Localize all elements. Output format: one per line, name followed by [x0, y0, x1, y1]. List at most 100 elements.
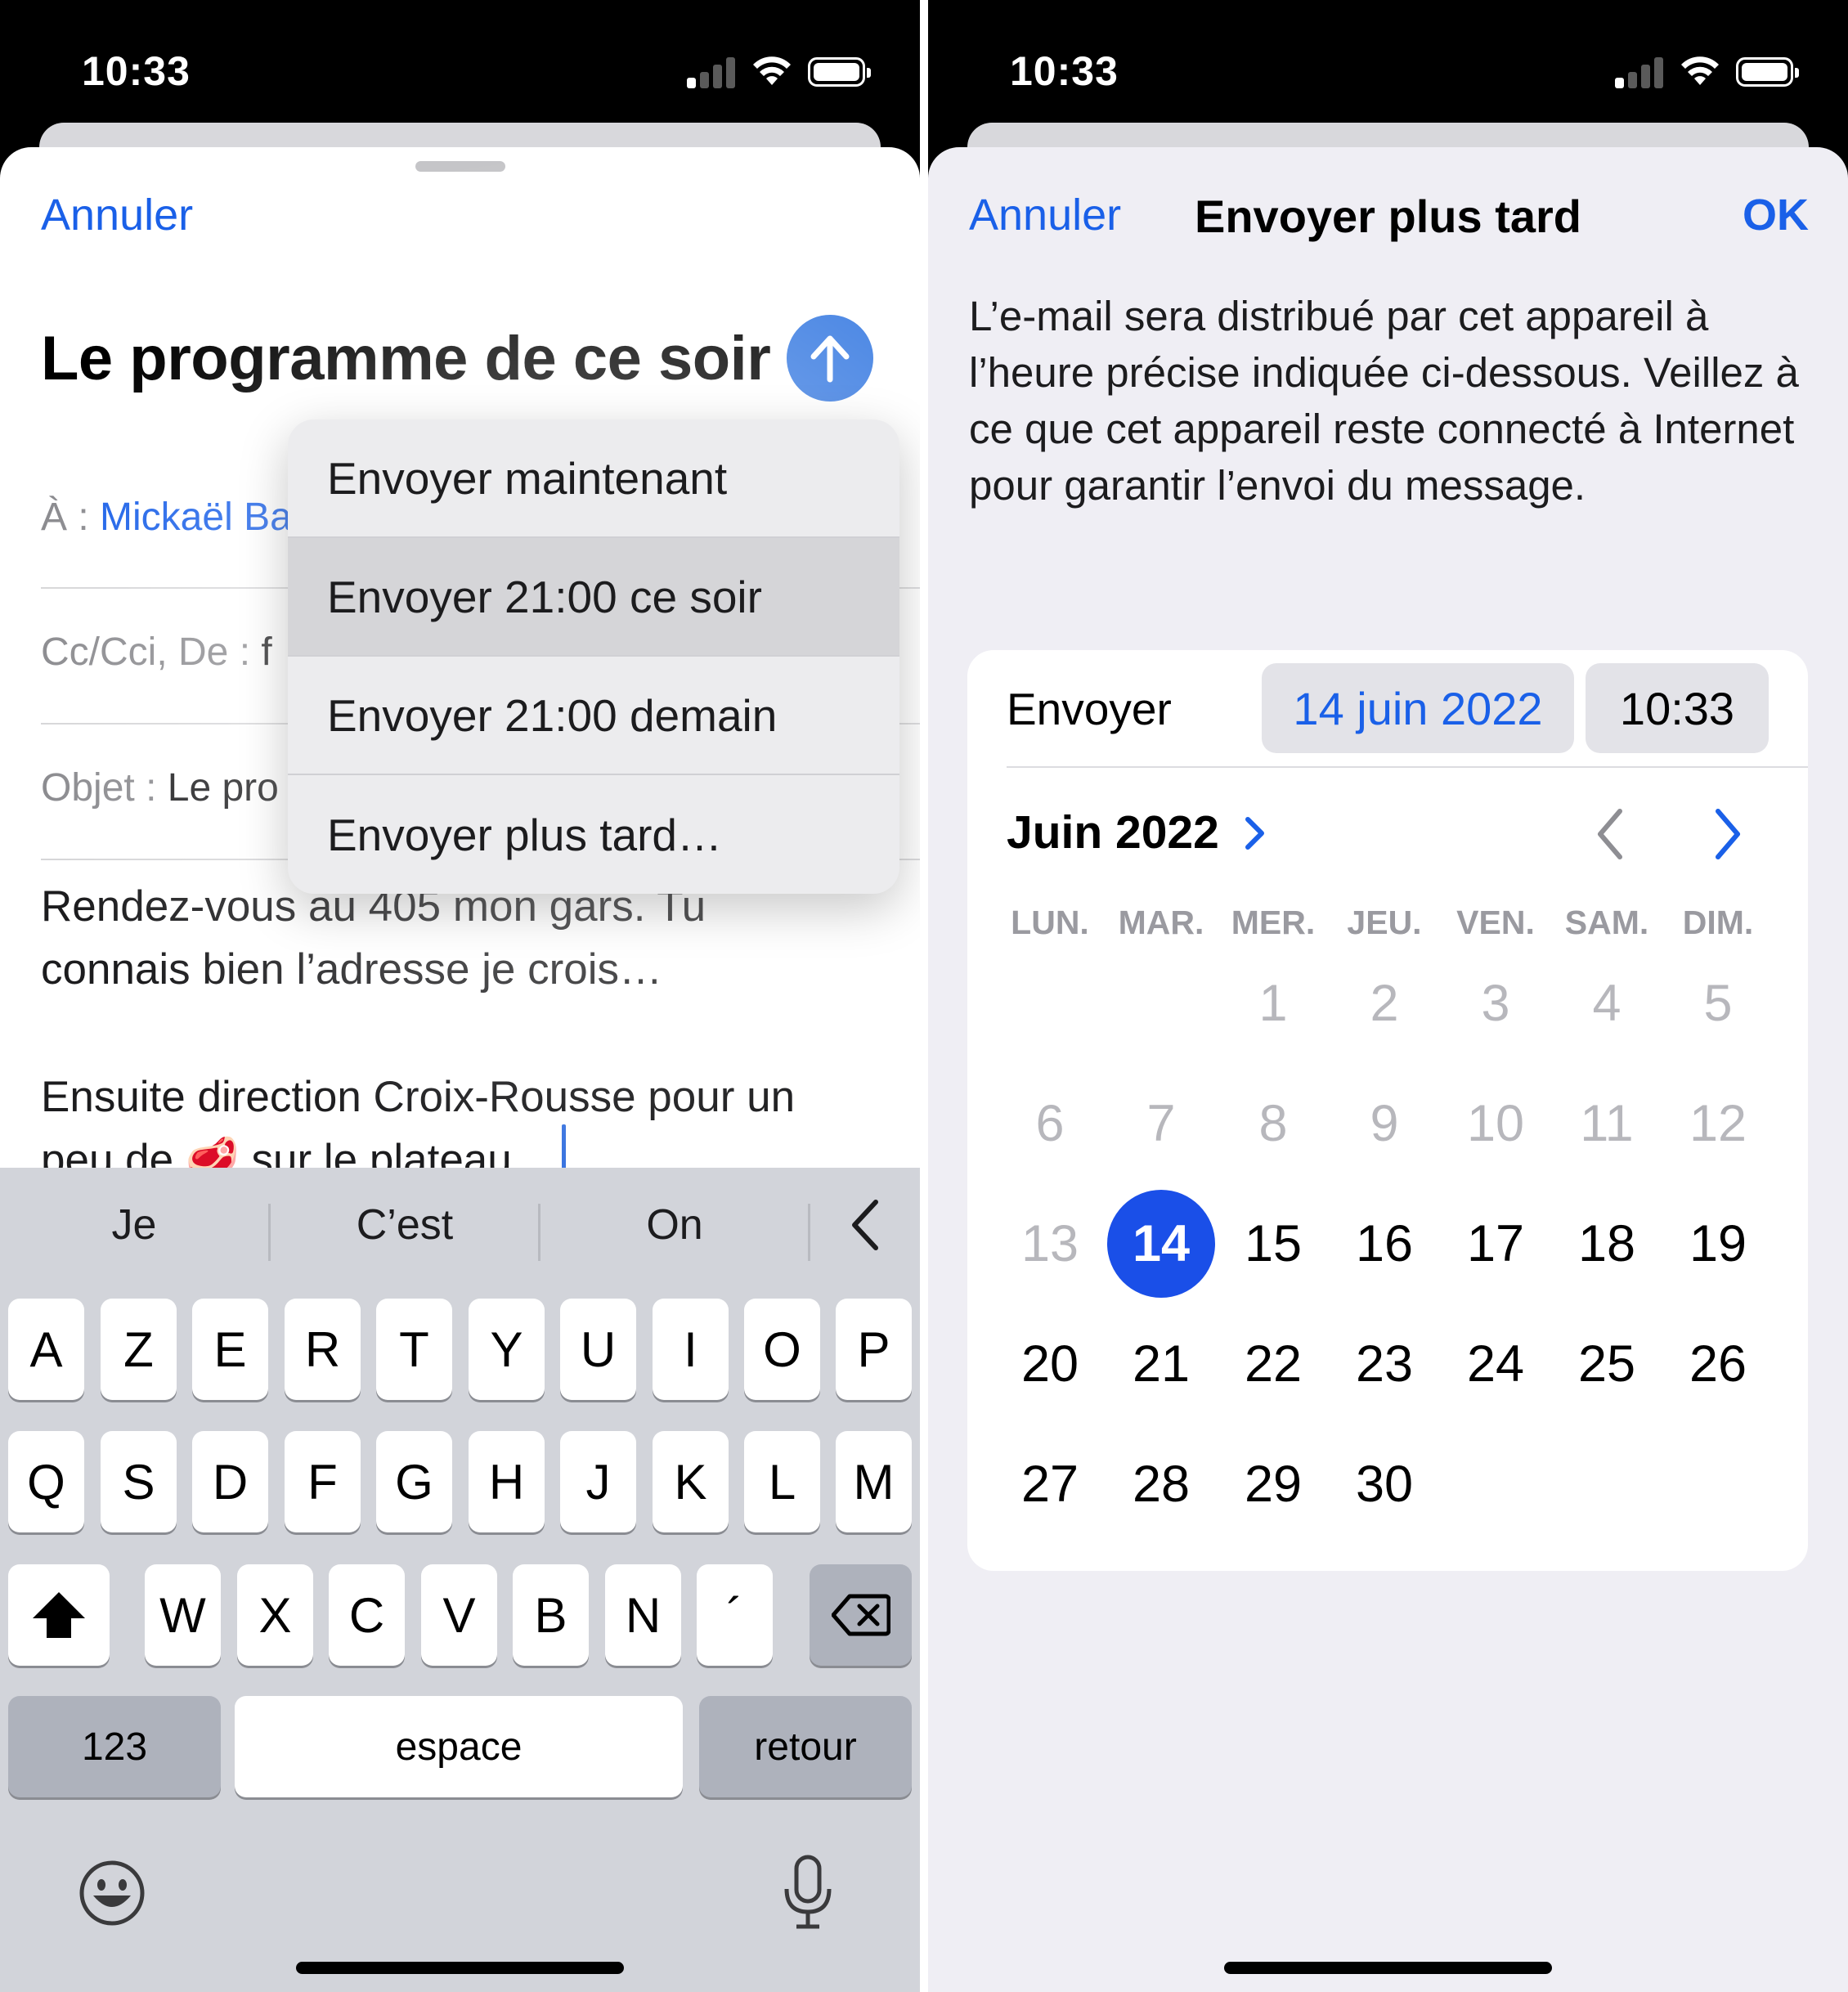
calendar-day[interactable]: 28	[1109, 1432, 1213, 1537]
calendar-day[interactable]: 27	[998, 1432, 1102, 1537]
shift-key[interactable]	[8, 1564, 110, 1666]
calendar-day: 10	[1466, 1095, 1525, 1152]
suggestion[interactable]: Je	[0, 1168, 268, 1282]
key-v[interactable]: V	[421, 1564, 497, 1666]
key-b[interactable]: B	[513, 1564, 589, 1666]
arrow-up-icon	[810, 335, 850, 383]
suggestion-collapse-button[interactable]	[811, 1168, 920, 1282]
ok-button[interactable]: OK	[1743, 190, 1809, 240]
key-p[interactable]: P	[836, 1299, 912, 1400]
key-s[interactable]: S	[101, 1431, 177, 1532]
suggestion-divider	[808, 1204, 810, 1261]
space-key[interactable]: espace	[235, 1696, 683, 1797]
numbers-key[interactable]: 123	[8, 1696, 221, 1797]
time-button[interactable]: 10:33	[1586, 663, 1769, 753]
calendar-day: 7	[1146, 1095, 1176, 1152]
to-field[interactable]: À : Mickaël Ba	[41, 495, 292, 540]
suggestion[interactable]: C’est	[270, 1168, 540, 1282]
key-e[interactable]: E	[192, 1299, 268, 1400]
cancel-button[interactable]: Annuler	[969, 190, 1121, 240]
suggestion[interactable]: On	[540, 1168, 810, 1282]
key-a[interactable]: A	[8, 1299, 84, 1400]
sheet-grabber[interactable]	[415, 161, 505, 172]
cellular-signal-icon	[687, 54, 736, 88]
weekday-header: DIM.	[1682, 904, 1754, 941]
key-z[interactable]: Z	[101, 1299, 177, 1400]
calendar-day[interactable]: 16	[1332, 1191, 1437, 1296]
calendar-day[interactable]: 19	[1666, 1191, 1770, 1296]
cellular-signal-icon	[1615, 54, 1664, 88]
subject-field[interactable]: Objet : Le pro	[41, 765, 279, 810]
calendar-day[interactable]: 20	[998, 1312, 1102, 1416]
body-line[interactable]: connais bien l’adresse je crois…	[41, 938, 662, 1001]
menu-item-send-later[interactable]: Envoyer plus tard…	[288, 775, 899, 894]
microphone-icon[interactable]	[782, 1855, 834, 1930]
compose-title: Le programme de ce soir	[41, 324, 771, 393]
key-r[interactable]: R	[285, 1299, 361, 1400]
weekday-header: VEN.	[1456, 904, 1535, 941]
return-key[interactable]: retour	[699, 1696, 912, 1797]
key-j[interactable]: J	[560, 1431, 636, 1532]
wifi-icon	[1681, 56, 1719, 85]
key-x[interactable]: X	[237, 1564, 313, 1666]
key-o[interactable]: O	[744, 1299, 820, 1400]
next-month-button[interactable]	[1711, 807, 1744, 861]
calendar-day[interactable]: 24	[1443, 1312, 1548, 1416]
key-n[interactable]: N	[605, 1564, 681, 1666]
month-label: Juin 2022	[1007, 806, 1219, 859]
key-l[interactable]: L	[744, 1431, 820, 1532]
calendar-day[interactable]: 25	[1554, 1312, 1659, 1416]
home-indicator[interactable]	[296, 1962, 624, 1974]
send-button[interactable]	[787, 315, 873, 402]
calendar-day[interactable]: 17	[1443, 1191, 1548, 1296]
schedule-screen: 10:33 Envoyer plus tard Annuler OK L’e-m…	[928, 0, 1848, 1992]
weekday-header: LUN.	[1011, 904, 1089, 941]
month-selector[interactable]: Juin 2022	[1007, 805, 1267, 859]
cancel-button[interactable]: Annuler	[41, 190, 193, 240]
key-y[interactable]: Y	[469, 1299, 545, 1400]
calendar-day[interactable]: 23	[1332, 1312, 1437, 1416]
key-w[interactable]: W	[145, 1564, 221, 1666]
calendar-day-selected[interactable]: 14	[1109, 1191, 1213, 1296]
key-i[interactable]: I	[653, 1299, 729, 1400]
calendar-day[interactable]: 15	[1221, 1191, 1325, 1296]
calendar-day[interactable]: 21	[1109, 1312, 1213, 1416]
cc-value: f	[261, 630, 272, 674]
schedule-description: L’e-mail sera distribué par cet appareil…	[969, 293, 1799, 509]
calendar-day[interactable]: 18	[1554, 1191, 1659, 1296]
key-g[interactable]: G	[376, 1431, 452, 1532]
delete-icon	[831, 1594, 890, 1636]
key-acute-accent[interactable]: ´	[697, 1564, 773, 1666]
menu-item-send-now[interactable]: Envoyer maintenant	[288, 419, 899, 538]
key-h[interactable]: H	[469, 1431, 545, 1532]
to-recipient[interactable]: Mickaël Ba	[100, 496, 292, 539]
menu-item-send-tomorrow[interactable]: Envoyer 21:00 demain	[288, 657, 899, 775]
calendar-day[interactable]: 22	[1221, 1312, 1325, 1416]
status-bar: 10:33	[0, 0, 920, 123]
emoji-icon[interactable]	[78, 1860, 146, 1927]
key-t[interactable]: T	[376, 1299, 452, 1400]
to-label: À :	[41, 496, 89, 539]
keyboard: Je C’est On A Z E R T Y U I O P Q S D F …	[0, 1168, 920, 1992]
calendar-day[interactable]: 30	[1332, 1432, 1437, 1537]
key-f[interactable]: F	[285, 1431, 361, 1532]
key-m[interactable]: M	[836, 1431, 912, 1532]
wifi-icon	[753, 56, 791, 85]
calendar-day[interactable]: 26	[1666, 1312, 1770, 1416]
schedule-sheet: Envoyer plus tard Annuler OK L’e-mail se…	[928, 147, 1848, 1992]
cc-field[interactable]: Cc/Cci, De : f	[41, 630, 272, 675]
calendar-day[interactable]: 29	[1221, 1432, 1325, 1537]
delete-key[interactable]	[810, 1564, 912, 1666]
key-k[interactable]: K	[653, 1431, 729, 1532]
body-line[interactable]: Ensuite direction Croix-Rousse pour un	[41, 1066, 795, 1128]
key-d[interactable]: D	[192, 1431, 268, 1532]
key-c[interactable]: C	[329, 1564, 405, 1666]
calendar-day: 3	[1481, 975, 1510, 1032]
home-indicator[interactable]	[1224, 1962, 1552, 1974]
key-u[interactable]: U	[560, 1299, 636, 1400]
date-button[interactable]: 14 juin 2022	[1262, 663, 1574, 753]
key-q[interactable]: Q	[8, 1431, 84, 1532]
previous-month-button[interactable]	[1594, 807, 1626, 861]
menu-item-send-tonight[interactable]: Envoyer 21:00 ce soir	[288, 538, 899, 657]
calendar-day: 5	[1703, 975, 1733, 1032]
